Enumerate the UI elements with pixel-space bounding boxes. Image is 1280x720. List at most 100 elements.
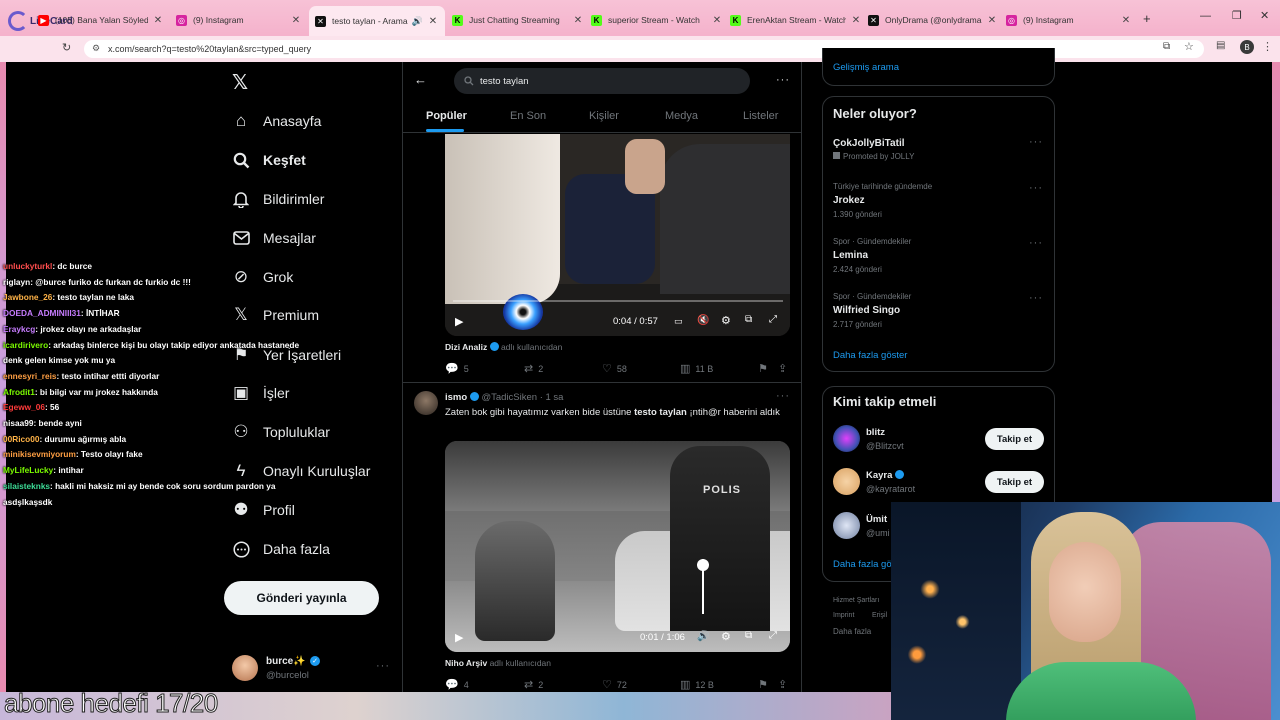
trend-more-icon[interactable]: ··· <box>1029 237 1043 249</box>
browser-tab[interactable]: K superior Stream - Watch ✕ <box>591 9 723 31</box>
trend-item[interactable]: Türkiye tarihinde gündemde Jrokez 1.390 … <box>833 182 1043 222</box>
trend-more-icon[interactable]: ··· <box>1029 136 1043 148</box>
browser-menu-icon[interactable]: ⋮ <box>1262 40 1273 53</box>
close-icon[interactable]: ✕ <box>290 15 302 26</box>
show-more-follow-link[interactable]: Daha fazla gö <box>833 559 892 570</box>
trend-more-icon[interactable]: ··· <box>1029 292 1043 304</box>
advanced-search-link[interactable]: Gelişmiş arama <box>833 62 899 73</box>
sidepanel-icon[interactable]: ▤ <box>1216 40 1225 51</box>
close-icon[interactable]: ✕ <box>850 15 862 26</box>
settings-icon[interactable]: ⚙ <box>721 630 731 643</box>
settings-icon[interactable]: ⚙ <box>721 314 731 327</box>
browser-tab[interactable]: ◎ (9) Instagram ✕ <box>176 9 302 31</box>
install-app-icon[interactable]: ⧉ <box>1163 41 1170 52</box>
browser-tab[interactable]: K Just Chatting Streaming ✕ <box>452 9 584 31</box>
views-button[interactable]: ▥ 11 B <box>680 362 713 375</box>
browser-tab-active[interactable]: ✕ testo taylan - Arama 🔊 ✕ <box>309 6 445 36</box>
fullscreen-icon[interactable]: ⤢ <box>769 314 777 325</box>
mute-icon[interactable]: 🔇 <box>697 315 709 326</box>
back-button[interactable]: ← <box>414 72 427 87</box>
trend-item[interactable]: Spor · Gündemdekiler Wilfried Singo 2.71… <box>833 292 1043 332</box>
bookmark-star-icon[interactable]: ☆ <box>1184 40 1194 53</box>
video-player[interactable]: POLIS ▶ 0:01 / 1:06 🔊 ⚙ ⧉ ⤢ <box>445 441 790 652</box>
captions-icon[interactable]: ▭ <box>674 316 683 327</box>
share-button[interactable]: ⇪ <box>778 362 792 375</box>
profile-avatar[interactable]: B <box>1240 40 1254 54</box>
close-icon[interactable]: ✕ <box>572 15 584 26</box>
retweet-button[interactable]: ⇄ 2 <box>524 678 543 691</box>
avatar[interactable] <box>833 425 860 452</box>
pip-icon[interactable]: ⧉ <box>745 630 752 641</box>
bookmark-button[interactable]: ⚑ <box>758 362 773 375</box>
sidebar-item-grok[interactable]: ⊘ Grok <box>230 265 293 289</box>
pip-icon[interactable]: ⧉ <box>745 314 752 325</box>
like-button[interactable]: ♡ 72 <box>602 678 627 691</box>
avatar[interactable] <box>833 468 860 495</box>
close-icon[interactable]: ✕ <box>711 15 723 26</box>
trend-item[interactable]: ÇokJollyBiTatil Promoted by JOLLY ··· <box>833 136 1043 168</box>
tab-lists[interactable]: Listeler <box>743 110 778 122</box>
site-info-icon[interactable]: ⚙ <box>92 43 100 54</box>
sidebar-item-explore[interactable]: Keşfet <box>230 148 306 172</box>
footer-link[interactable]: Daha fazla <box>833 627 871 636</box>
window-close-icon[interactable]: ✕ <box>1260 9 1269 22</box>
avatar[interactable] <box>833 512 860 539</box>
minimize-icon[interactable]: — <box>1200 10 1211 22</box>
follow-name[interactable]: blitz <box>866 427 885 438</box>
new-tab-icon[interactable]: + <box>1143 11 1151 26</box>
sidebar-item-communities[interactable]: ⚇ Topluluklar <box>230 420 330 444</box>
close-icon[interactable]: ✕ <box>427 16 439 27</box>
video-player[interactable]: ▶ 0:04 / 0:57 ▭ 🔇 ⚙ ⧉ ⤢ <box>445 134 790 336</box>
footer-link[interactable]: Hizmet Şartları <box>833 597 879 604</box>
sidebar-item-profile[interactable]: ⚉ Profil <box>230 498 295 522</box>
x-logo-icon[interactable]: 𝕏 <box>232 70 248 95</box>
close-icon[interactable]: ✕ <box>152 15 164 26</box>
show-more-trends-link[interactable]: Daha fazla göster <box>833 350 907 361</box>
follow-name[interactable]: Ümit <box>866 514 887 525</box>
sidebar-item-messages[interactable]: Mesajlar <box>230 226 316 250</box>
more-icon[interactable]: ··· <box>376 660 390 672</box>
sidebar-item-notifications[interactable]: Bildirimler <box>230 187 324 211</box>
retweet-button[interactable]: ⇄ 2 <box>524 362 543 375</box>
trend-more-icon[interactable]: ··· <box>1029 182 1043 194</box>
browser-tab[interactable]: ▶ (105) Bana Yalan Söyledin ✕ <box>38 9 164 31</box>
close-icon[interactable]: ✕ <box>1120 15 1132 26</box>
follow-name[interactable]: Kayra <box>866 470 905 481</box>
fullscreen-icon[interactable]: ⤢ <box>769 630 777 641</box>
sidebar-item-home[interactable]: ⌂ Anasayfa <box>230 109 322 133</box>
like-button[interactable]: ♡ 58 <box>602 362 627 375</box>
avatar[interactable] <box>414 391 438 415</box>
tweet-more-icon[interactable]: ··· <box>776 390 790 402</box>
views-button[interactable]: ▥ 12 B <box>680 678 714 691</box>
reply-button[interactable]: 💬 5 <box>445 362 469 375</box>
tab-latest[interactable]: En Son <box>510 110 546 122</box>
bookmark-button[interactable]: ⚑ <box>758 678 773 691</box>
play-icon[interactable]: ▶ <box>455 315 463 328</box>
account-switcher[interactable]: burce✨ ✓ @burcelol ··· <box>228 652 392 686</box>
restore-icon[interactable]: ❐ <box>1232 9 1242 22</box>
volume-icon[interactable]: 🔊 <box>697 631 709 642</box>
search-input[interactable]: testo taylan <box>454 68 750 94</box>
search-options-icon[interactable]: ··· <box>776 74 790 86</box>
play-icon[interactable]: ▶ <box>455 631 463 644</box>
browser-tab[interactable]: ✕ OnlyDrama (@onlydrama ✕ <box>868 9 998 31</box>
footer-link[interactable]: Erişil <box>872 612 887 619</box>
tab-media[interactable]: Medya <box>665 110 698 122</box>
sidebar-item-premium[interactable]: 𝕏 Premium <box>230 303 319 327</box>
sidebar-item-more[interactable]: Daha fazla <box>230 537 330 561</box>
tab-popular[interactable]: Popüler <box>426 110 467 122</box>
speaker-icon[interactable]: 🔊 <box>412 16 423 27</box>
reply-button[interactable]: 💬 4 <box>445 678 469 691</box>
sidebar-item-verified-orgs[interactable]: ϟ Onaylı Kuruluşlar <box>230 459 371 483</box>
tab-people[interactable]: Kişiler <box>589 110 619 122</box>
volume-slider-thumb[interactable] <box>697 559 709 571</box>
follow-button[interactable]: Takip et <box>985 471 1044 493</box>
close-icon[interactable]: ✕ <box>986 15 998 26</box>
reload-icon[interactable]: ↻ <box>62 41 71 54</box>
trend-item[interactable]: Spor · Gündemdekiler Lemina 2.424 gönder… <box>833 237 1043 277</box>
follow-button[interactable]: Takip et <box>985 428 1044 450</box>
footer-link[interactable]: Imprint <box>833 612 854 619</box>
post-button[interactable]: Gönderi yayınla <box>224 581 379 615</box>
browser-tab[interactable]: K ErenAktan Stream - Watch ✕ <box>730 9 862 31</box>
sidebar-item-jobs[interactable]: ▣ İşler <box>230 381 289 405</box>
